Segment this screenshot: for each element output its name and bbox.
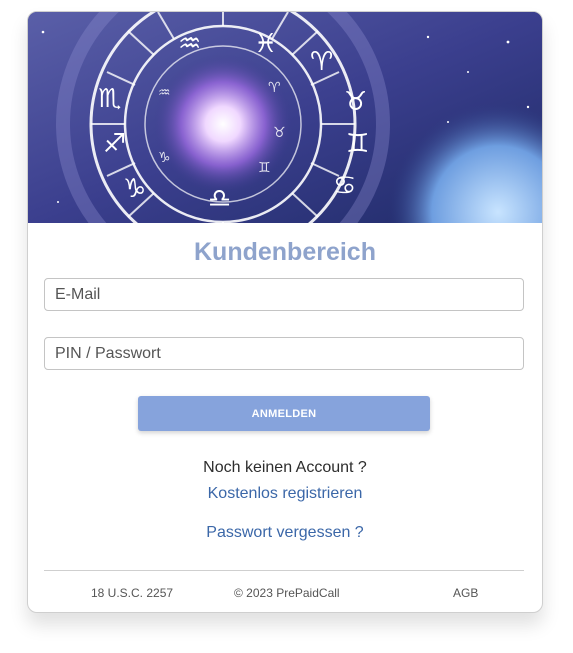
svg-text:♉: ♉ <box>273 125 286 141</box>
svg-text:♈: ♈ <box>268 80 281 96</box>
svg-text:♊: ♊ <box>258 160 271 176</box>
svg-text:♑: ♑ <box>158 150 171 166</box>
svg-text:♎: ♎ <box>208 184 231 214</box>
footer-copyright: © 2023 PrePaidCall <box>234 586 340 600</box>
zodiac-hero-image: ♓ ♈ ♉ ♊ ♋ ♐ ♑ ♏ ♒ ♎ ♈ ♉ ♊ ♑ ♒ <box>28 12 542 223</box>
svg-text:♓: ♓ <box>254 29 277 59</box>
password-field[interactable] <box>44 337 524 370</box>
svg-text:♐: ♐ <box>103 129 126 159</box>
page-title: Kundenbereich <box>194 238 376 266</box>
footer-agb-link[interactable]: AGB <box>453 586 478 600</box>
footer-usc-link[interactable]: 18 U.S.C. 2257 <box>91 586 173 600</box>
footer-divider <box>44 570 524 571</box>
no-account-text: Noch keinen Account ? <box>203 459 367 476</box>
forgot-password-link[interactable]: Passwort vergessen ? <box>28 524 542 542</box>
login-button[interactable]: ANMELDEN <box>138 396 430 431</box>
svg-text:♏: ♏ <box>98 84 121 114</box>
email-field[interactable] <box>44 278 524 311</box>
svg-text:♋: ♋ <box>333 171 356 201</box>
svg-text:♒: ♒ <box>158 85 171 101</box>
svg-text:♒: ♒ <box>178 29 201 59</box>
svg-text:♊: ♊ <box>346 129 369 159</box>
svg-text:♑: ♑ <box>123 174 146 204</box>
svg-text:♉: ♉ <box>344 87 367 117</box>
login-card: ♓ ♈ ♉ ♊ ♋ ♐ ♑ ♏ ♒ ♎ ♈ ♉ ♊ ♑ ♒ Kundenbere… <box>27 11 543 613</box>
svg-text:♈: ♈ <box>310 47 333 77</box>
register-link[interactable]: Kostenlos registrieren <box>28 485 542 503</box>
